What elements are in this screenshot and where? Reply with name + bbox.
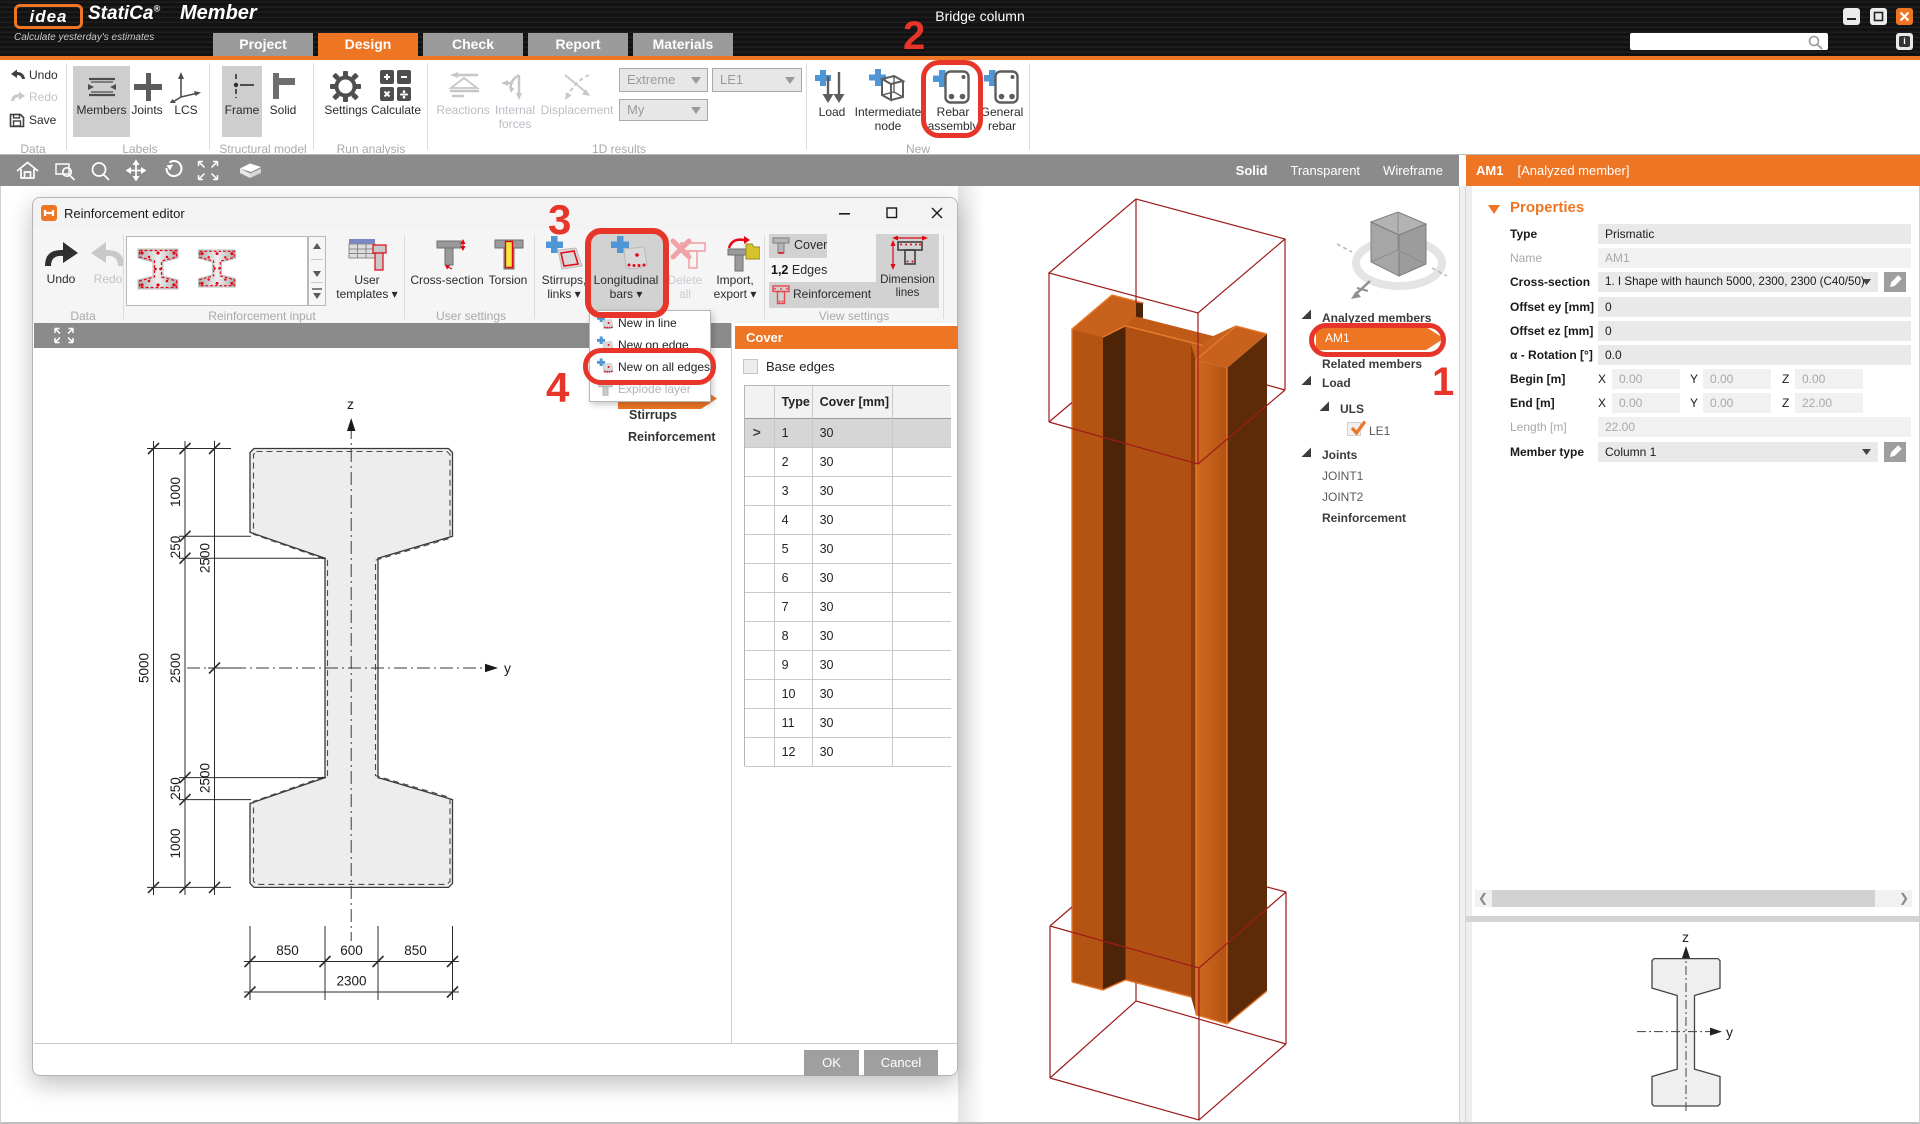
svg-text:y: y (504, 660, 511, 676)
svg-text:1000: 1000 (168, 477, 183, 507)
svg-text:2300: 2300 (336, 974, 366, 989)
svg-text:1000: 1000 (168, 828, 183, 858)
svg-text:y: y (1726, 1024, 1733, 1040)
svg-text:z: z (1682, 929, 1689, 945)
svg-text:2500: 2500 (168, 653, 183, 683)
svg-text:600: 600 (340, 943, 363, 958)
svg-text:250: 250 (168, 536, 183, 559)
svg-text:2500: 2500 (198, 763, 213, 793)
svg-text:850: 850 (404, 943, 427, 958)
svg-text:5000: 5000 (137, 653, 152, 683)
svg-text:250: 250 (168, 777, 183, 800)
svg-text:850: 850 (276, 943, 299, 958)
svg-text:2500: 2500 (198, 543, 213, 573)
svg-text:z: z (347, 396, 354, 412)
